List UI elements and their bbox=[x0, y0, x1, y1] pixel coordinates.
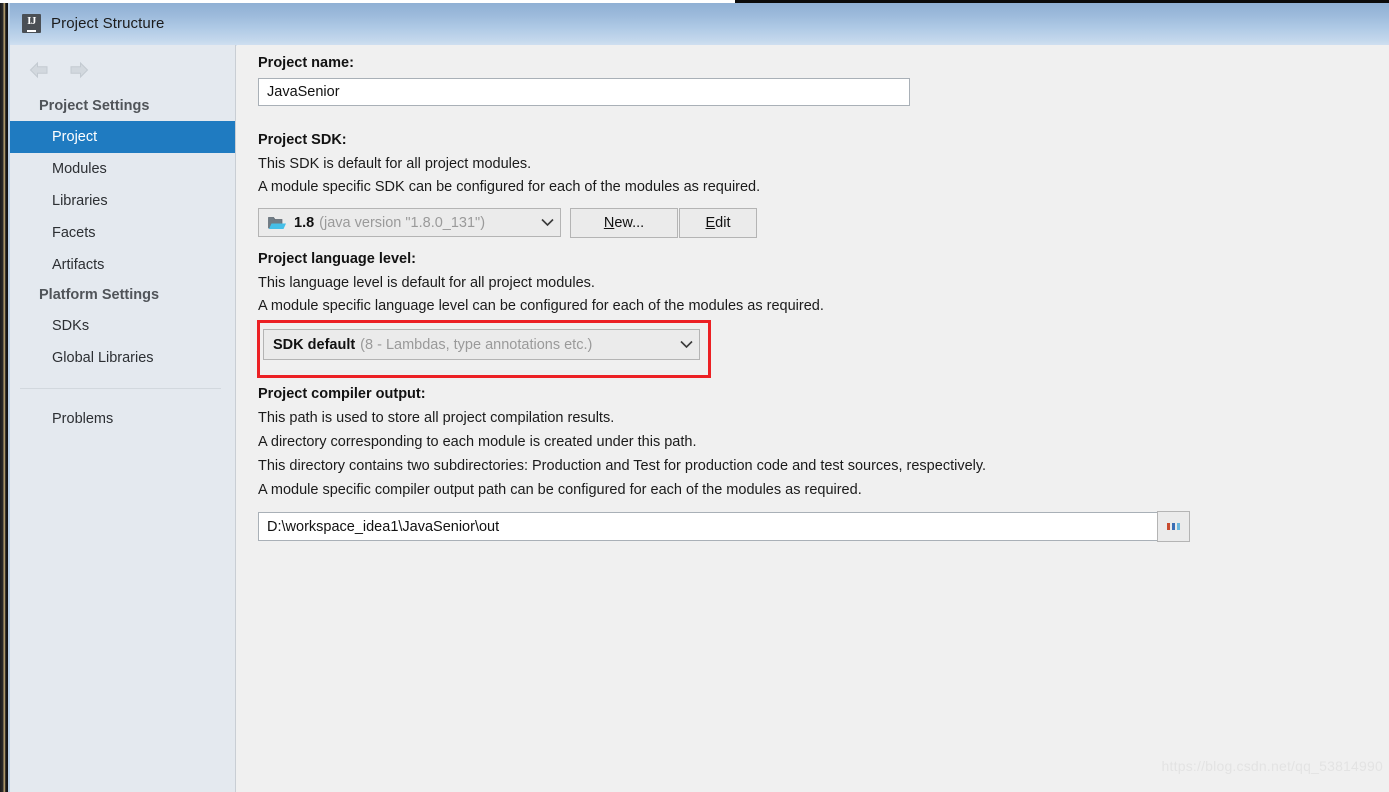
compiler-output-desc-line-2: A directory corresponding to each module… bbox=[258, 434, 697, 450]
ellipsis-icon bbox=[1167, 523, 1180, 530]
compiler-output-label: Project compiler output: bbox=[258, 386, 426, 402]
compiler-output-path-input[interactable]: D:\workspace_idea1\JavaSenior\out bbox=[258, 512, 1173, 541]
dialog-titlebar: IJ Project Structure bbox=[10, 3, 1389, 46]
project-structure-dialog: IJ Project Structure Project Settings Pr… bbox=[8, 3, 1389, 792]
new-button-label-rest: ew... bbox=[614, 215, 645, 231]
edit-button-label-rest: dit bbox=[715, 215, 731, 231]
language-level-detail: (8 - Lambdas, type annotations etc.) bbox=[360, 336, 593, 353]
project-sdk-desc-line-1: This SDK is default for all project modu… bbox=[258, 156, 532, 172]
sidebar-item-libraries[interactable]: Libraries bbox=[10, 185, 235, 217]
compiler-output-browse-button[interactable] bbox=[1157, 511, 1190, 542]
compiler-output-desc-line-1: This path is used to store all project c… bbox=[258, 410, 615, 426]
sidebar-item-sdks[interactable]: SDKs bbox=[10, 310, 235, 342]
chevron-down-icon[interactable] bbox=[531, 218, 554, 227]
language-level-desc-line-1: This language level is default for all p… bbox=[258, 275, 595, 291]
new-sdk-button[interactable]: New... bbox=[570, 208, 678, 238]
sidebar-item-artifacts[interactable]: Artifacts bbox=[10, 249, 235, 281]
sidebar-item-modules[interactable]: Modules bbox=[10, 153, 235, 185]
watermark-text: https://blog.csdn.net/qq_53814990 bbox=[1161, 758, 1383, 774]
compiler-output-desc-line-4: A module specific compiler output path c… bbox=[258, 482, 862, 498]
sidebar-group-platform-settings: Platform Settings bbox=[39, 287, 160, 303]
project-settings-panel: Project name: JavaSenior Project SDK: Th… bbox=[237, 45, 1389, 792]
navigation-arrows bbox=[28, 57, 90, 83]
chevron-down-icon[interactable] bbox=[670, 340, 693, 349]
language-level-combo[interactable]: SDK default (8 - Lambdas, type annotatio… bbox=[263, 329, 700, 360]
sidebar-item-problems[interactable]: Problems bbox=[10, 403, 235, 435]
sidebar-item-global-libraries[interactable]: Global Libraries bbox=[10, 342, 235, 374]
sidebar-divider bbox=[20, 388, 221, 389]
sdk-folder-icon bbox=[268, 215, 287, 230]
sidebar-item-project[interactable]: Project bbox=[10, 121, 235, 153]
arrow-left-icon[interactable] bbox=[28, 61, 50, 79]
project-sdk-desc-line-2: A module specific SDK can be configured … bbox=[258, 179, 761, 195]
background-window-left-edge bbox=[0, 0, 8, 792]
language-level-label: Project language level: bbox=[258, 251, 416, 267]
settings-sidebar: Project Settings Project Modules Librari… bbox=[10, 45, 236, 792]
sidebar-group-project-settings: Project Settings bbox=[39, 98, 150, 114]
project-name-input[interactable]: JavaSenior bbox=[258, 78, 910, 106]
sidebar-item-facets[interactable]: Facets bbox=[10, 217, 235, 249]
intellij-idea-icon: IJ bbox=[22, 14, 41, 33]
language-level-value: SDK default bbox=[273, 336, 356, 353]
project-sdk-label: Project SDK: bbox=[258, 132, 347, 148]
project-sdk-version: 1.8 bbox=[294, 214, 315, 231]
compiler-output-desc-line-3: This directory contains two subdirectori… bbox=[258, 458, 987, 474]
new-button-mnemonic: N bbox=[603, 215, 615, 231]
dialog-title: Project Structure bbox=[51, 15, 165, 32]
edit-sdk-button[interactable]: Edit bbox=[679, 208, 757, 238]
project-name-label: Project name: bbox=[258, 55, 354, 71]
edit-button-mnemonic: E bbox=[705, 215, 716, 231]
project-sdk-combo[interactable]: 1.8 (java version "1.8.0_131") bbox=[258, 208, 561, 237]
project-sdk-java-version: (java version "1.8.0_131") bbox=[319, 214, 486, 231]
language-level-desc-line-2: A module specific language level can be … bbox=[258, 298, 824, 314]
screen-root: IJ Project Structure Project Settings Pr… bbox=[0, 0, 1389, 792]
arrow-right-icon[interactable] bbox=[68, 61, 90, 79]
